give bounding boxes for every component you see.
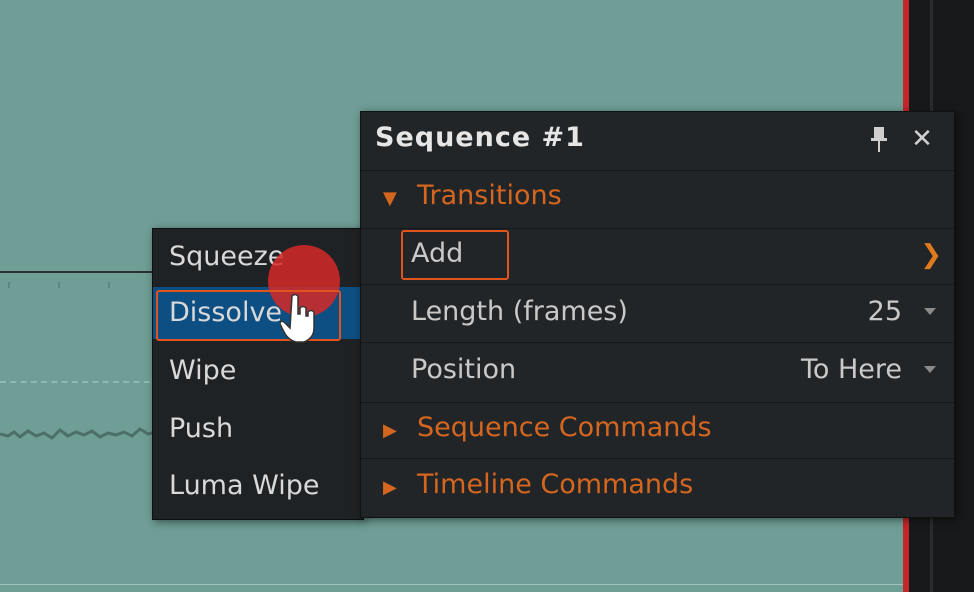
triangle-right-icon: ▶ — [383, 420, 397, 441]
triangle-right-icon: ▶ — [383, 477, 397, 498]
length-value[interactable]: 25 — [868, 296, 902, 327]
section-sequence-commands[interactable]: ▶ Sequence Commands — [361, 402, 954, 458]
track-divider — [0, 271, 160, 273]
pin-icon[interactable] — [869, 126, 889, 154]
length-row[interactable]: Length (frames) 25 — [361, 286, 954, 342]
dropdown-icon[interactable] — [924, 308, 936, 315]
close-icon[interactable]: ✕ — [909, 126, 935, 152]
submenu-item-push[interactable]: Push — [153, 403, 363, 455]
submenu-item-luma-wipe[interactable]: Luma Wipe — [153, 460, 363, 512]
triangle-down-icon: ▼ — [383, 188, 397, 209]
panel-title: Sequence #1 — [375, 122, 585, 153]
section-transitions[interactable]: ▼ Transitions — [361, 170, 954, 226]
dropdown-icon[interactable] — [924, 366, 936, 373]
row-separator — [361, 284, 954, 285]
position-label: Position — [411, 354, 517, 385]
chevron-right-icon: ❯ — [920, 240, 942, 270]
timeline-ticks — [0, 282, 160, 290]
section-timeline-commands[interactable]: ▶ Timeline Commands — [361, 459, 954, 515]
section-timeline-commands-label: Timeline Commands — [417, 469, 694, 500]
hand-cursor-icon — [280, 293, 315, 343]
row-separator — [361, 342, 954, 343]
section-sequence-commands-label: Sequence Commands — [417, 412, 712, 443]
sequence-panel: Sequence #1 ✕ ▼ Transitions Add ❯ Length… — [360, 111, 955, 518]
position-row[interactable]: Position To Here — [361, 344, 954, 400]
submenu-item-wipe[interactable]: Wipe — [153, 345, 363, 397]
timeline-bottom-border — [0, 584, 905, 585]
dashed-guide — [0, 381, 160, 383]
section-transitions-label: Transitions — [417, 180, 562, 211]
add-highlight-box — [401, 230, 509, 280]
audio-waveform — [0, 427, 170, 440]
length-label: Length (frames) — [411, 296, 628, 327]
position-value[interactable]: To Here — [801, 354, 902, 385]
